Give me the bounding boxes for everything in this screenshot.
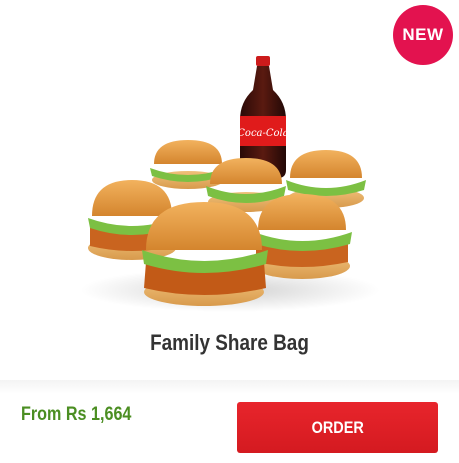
new-badge-label: NEW [402, 25, 444, 44]
price-label: From Rs 1,664 [21, 404, 132, 425]
order-button-label: ORDER [311, 417, 364, 437]
product-image: Coca-Cola [80, 56, 380, 312]
new-badge: NEW [393, 5, 453, 65]
product-title: Family Share Bag [150, 330, 309, 355]
bottle-label: Coca-Cola [237, 128, 288, 139]
burger-right [254, 194, 352, 279]
product-card: NEW Coca-Cola Family Share Bag From Rs 1… [0, 0, 459, 463]
order-button[interactable]: ORDER [237, 402, 438, 453]
